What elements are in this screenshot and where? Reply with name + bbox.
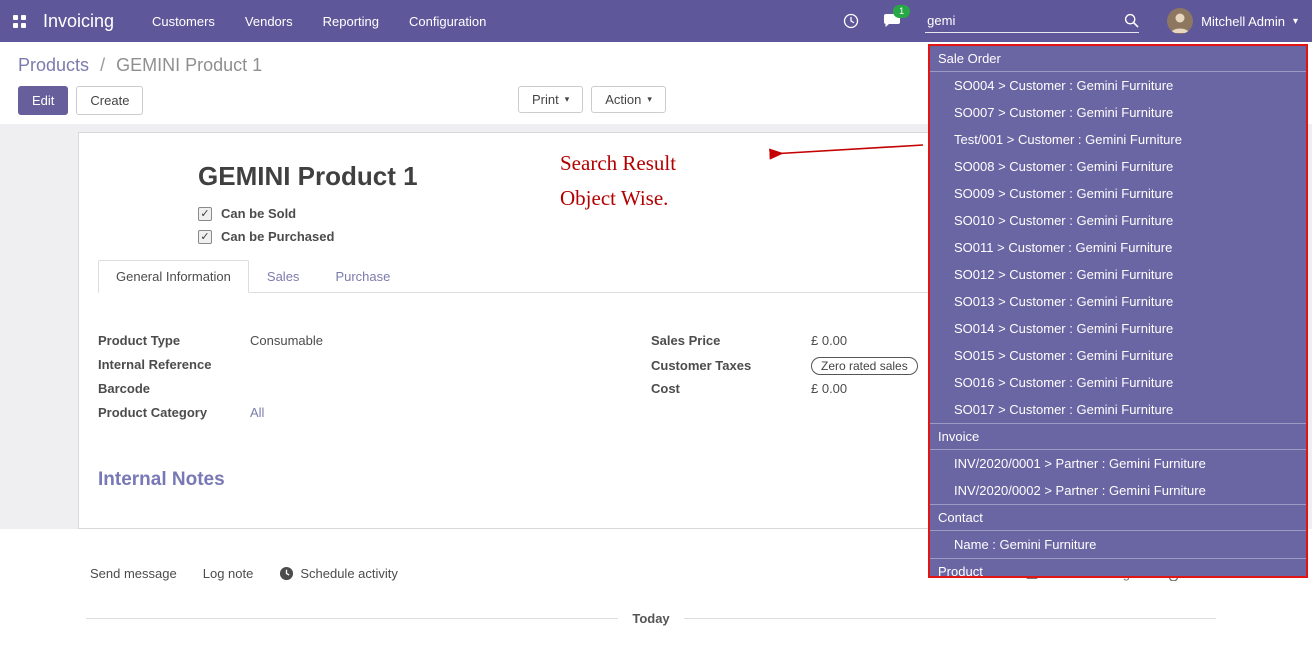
today-divider: Today	[86, 611, 1216, 626]
action-dropdown-button[interactable]: Action ▾	[591, 86, 666, 113]
can-be-purchased-label: Can be Purchased	[221, 229, 334, 244]
chevron-down-icon: ▾	[1293, 16, 1298, 27]
nav-menu-item[interactable]: Customers	[152, 14, 215, 29]
product-category-value[interactable]: All	[250, 405, 264, 420]
search-result-item[interactable]: Test/001 > Customer : Gemini Furniture	[930, 126, 1306, 153]
center-buttons: Print ▾ Action ▾	[518, 86, 666, 113]
top-navbar: Invoicing Customers Vendors Reporting Confi…	[0, 0, 1312, 42]
print-label: Print	[532, 92, 559, 107]
divider-line	[86, 618, 618, 619]
search-result-item[interactable]: SO015 > Customer : Gemini Furniture	[930, 342, 1306, 369]
nav-menu-item[interactable]: Reporting	[323, 14, 379, 29]
breadcrumb-current: GEMINI Product 1	[116, 55, 262, 75]
sale-order-results: SO004 > Customer : Gemini FurnitureSO007…	[930, 72, 1306, 423]
activities-button[interactable]	[843, 13, 859, 29]
edit-button[interactable]: Edit	[18, 86, 68, 115]
apps-grid-icon	[12, 14, 27, 29]
product-type-value: Consumable	[250, 333, 323, 348]
customer-taxes-tag: Zero rated sales	[811, 357, 918, 375]
annotation-text: Search Result Object Wise.	[560, 146, 676, 216]
product-type-label: Product Type	[98, 333, 250, 348]
customer-taxes-label: Customer Taxes	[651, 358, 811, 373]
log-note-button[interactable]: Log note	[203, 566, 254, 581]
divider-line	[684, 618, 1216, 619]
search-result-item[interactable]: SO009 > Customer : Gemini Furniture	[930, 180, 1306, 207]
search-results-dropdown: Sale Order SO004 > Customer : Gemini Fur…	[928, 44, 1308, 578]
product-type-row: Product Type Consumable	[98, 333, 651, 352]
today-label: Today	[632, 611, 669, 626]
fields-left-column: Product Type Consumable Internal Referen…	[98, 333, 651, 429]
search-section-invoice: Invoice	[930, 423, 1306, 450]
search-result-item[interactable]: INV/2020/0002 > Partner : Gemini Furnitu…	[930, 477, 1306, 504]
search-input[interactable]	[925, 9, 1124, 32]
schedule-clock-icon	[279, 566, 294, 581]
search-result-item[interactable]: SO008 > Customer : Gemini Furniture	[930, 153, 1306, 180]
schedule-activity-label: Schedule activity	[300, 566, 398, 581]
create-button[interactable]: Create	[76, 86, 143, 115]
product-category-label: Product Category	[98, 405, 250, 420]
search-result-item[interactable]: SO010 > Customer : Gemini Furniture	[930, 207, 1306, 234]
search-result-item[interactable]: SO017 > Customer : Gemini Furniture	[930, 396, 1306, 423]
annotation-line-1: Search Result	[560, 146, 676, 181]
search-result-item[interactable]: SO016 > Customer : Gemini Furniture	[930, 369, 1306, 396]
internal-reference-row: Internal Reference	[98, 357, 651, 376]
print-dropdown-button[interactable]: Print ▾	[518, 86, 583, 113]
tab-purchase[interactable]: Purchase	[317, 260, 408, 293]
search-section-contact: Contact	[930, 504, 1306, 531]
search-result-item[interactable]: SO011 > Customer : Gemini Furniture	[930, 234, 1306, 261]
breadcrumb-separator: /	[100, 55, 105, 75]
clock-icon	[843, 13, 859, 29]
nav-menu-item[interactable]: Vendors	[245, 14, 293, 29]
user-name: Mitchell Admin	[1201, 14, 1285, 29]
search-section-sale-order: Sale Order	[930, 46, 1306, 72]
search-result-item[interactable]: SO012 > Customer : Gemini Furniture	[930, 261, 1306, 288]
nav-menu-item[interactable]: Configuration	[409, 14, 486, 29]
annotation-arrow	[755, 138, 930, 164]
sales-price-label: Sales Price	[651, 333, 811, 348]
search-result-item[interactable]: SO007 > Customer : Gemini Furniture	[930, 99, 1306, 126]
barcode-label: Barcode	[98, 381, 250, 396]
tab-sales[interactable]: Sales	[249, 260, 318, 293]
product-category-row: Product Category All	[98, 405, 651, 424]
contact-results: Name : Gemini Furniture	[930, 531, 1306, 558]
message-count-badge: 1	[893, 5, 910, 18]
sales-price-value: £ 0.00	[811, 333, 847, 348]
nav-menus: Customers Vendors Reporting Configuration	[152, 14, 486, 29]
invoice-results: INV/2020/0001 > Partner : Gemini Furnitu…	[930, 450, 1306, 504]
cost-value: £ 0.00	[811, 381, 847, 396]
navbar-search	[925, 9, 1139, 33]
checkbox-checked-icon: ✓	[198, 207, 212, 221]
search-result-item[interactable]: SO004 > Customer : Gemini Furniture	[930, 72, 1306, 99]
avatar	[1167, 8, 1193, 34]
action-label: Action	[605, 92, 641, 107]
cost-label: Cost	[651, 381, 811, 396]
search-result-item[interactable]: SO013 > Customer : Gemini Furniture	[930, 288, 1306, 315]
app-name[interactable]: Invoicing	[43, 11, 114, 32]
apps-menu-button[interactable]	[12, 14, 27, 29]
chevron-down-icon: ▾	[565, 94, 570, 105]
annotation-line-2: Object Wise.	[560, 181, 676, 216]
chevron-down-icon: ▾	[647, 94, 652, 105]
send-message-button[interactable]: Send message	[90, 566, 177, 581]
search-result-item[interactable]: Name : Gemini Furniture	[930, 531, 1306, 558]
schedule-activity-button[interactable]: Schedule activity	[279, 566, 398, 581]
search-icon[interactable]	[1124, 13, 1139, 28]
screen: Invoicing Customers Vendors Reporting Confi…	[0, 0, 1312, 658]
tab-general-information[interactable]: General Information	[98, 260, 249, 293]
internal-reference-label: Internal Reference	[98, 357, 250, 372]
user-menu[interactable]: Mitchell Admin ▾	[1167, 8, 1298, 34]
search-result-item[interactable]: INV/2020/0001 > Partner : Gemini Furnitu…	[930, 450, 1306, 477]
search-section-product: Product	[930, 558, 1306, 578]
can-be-sold-label: Can be Sold	[221, 206, 296, 221]
messages-button[interactable]: 1	[883, 13, 901, 29]
barcode-row: Barcode	[98, 381, 651, 400]
breadcrumb-products-link[interactable]: Products	[18, 55, 89, 75]
search-result-item[interactable]: SO014 > Customer : Gemini Furniture	[930, 315, 1306, 342]
checkbox-checked-icon: ✓	[198, 230, 212, 244]
